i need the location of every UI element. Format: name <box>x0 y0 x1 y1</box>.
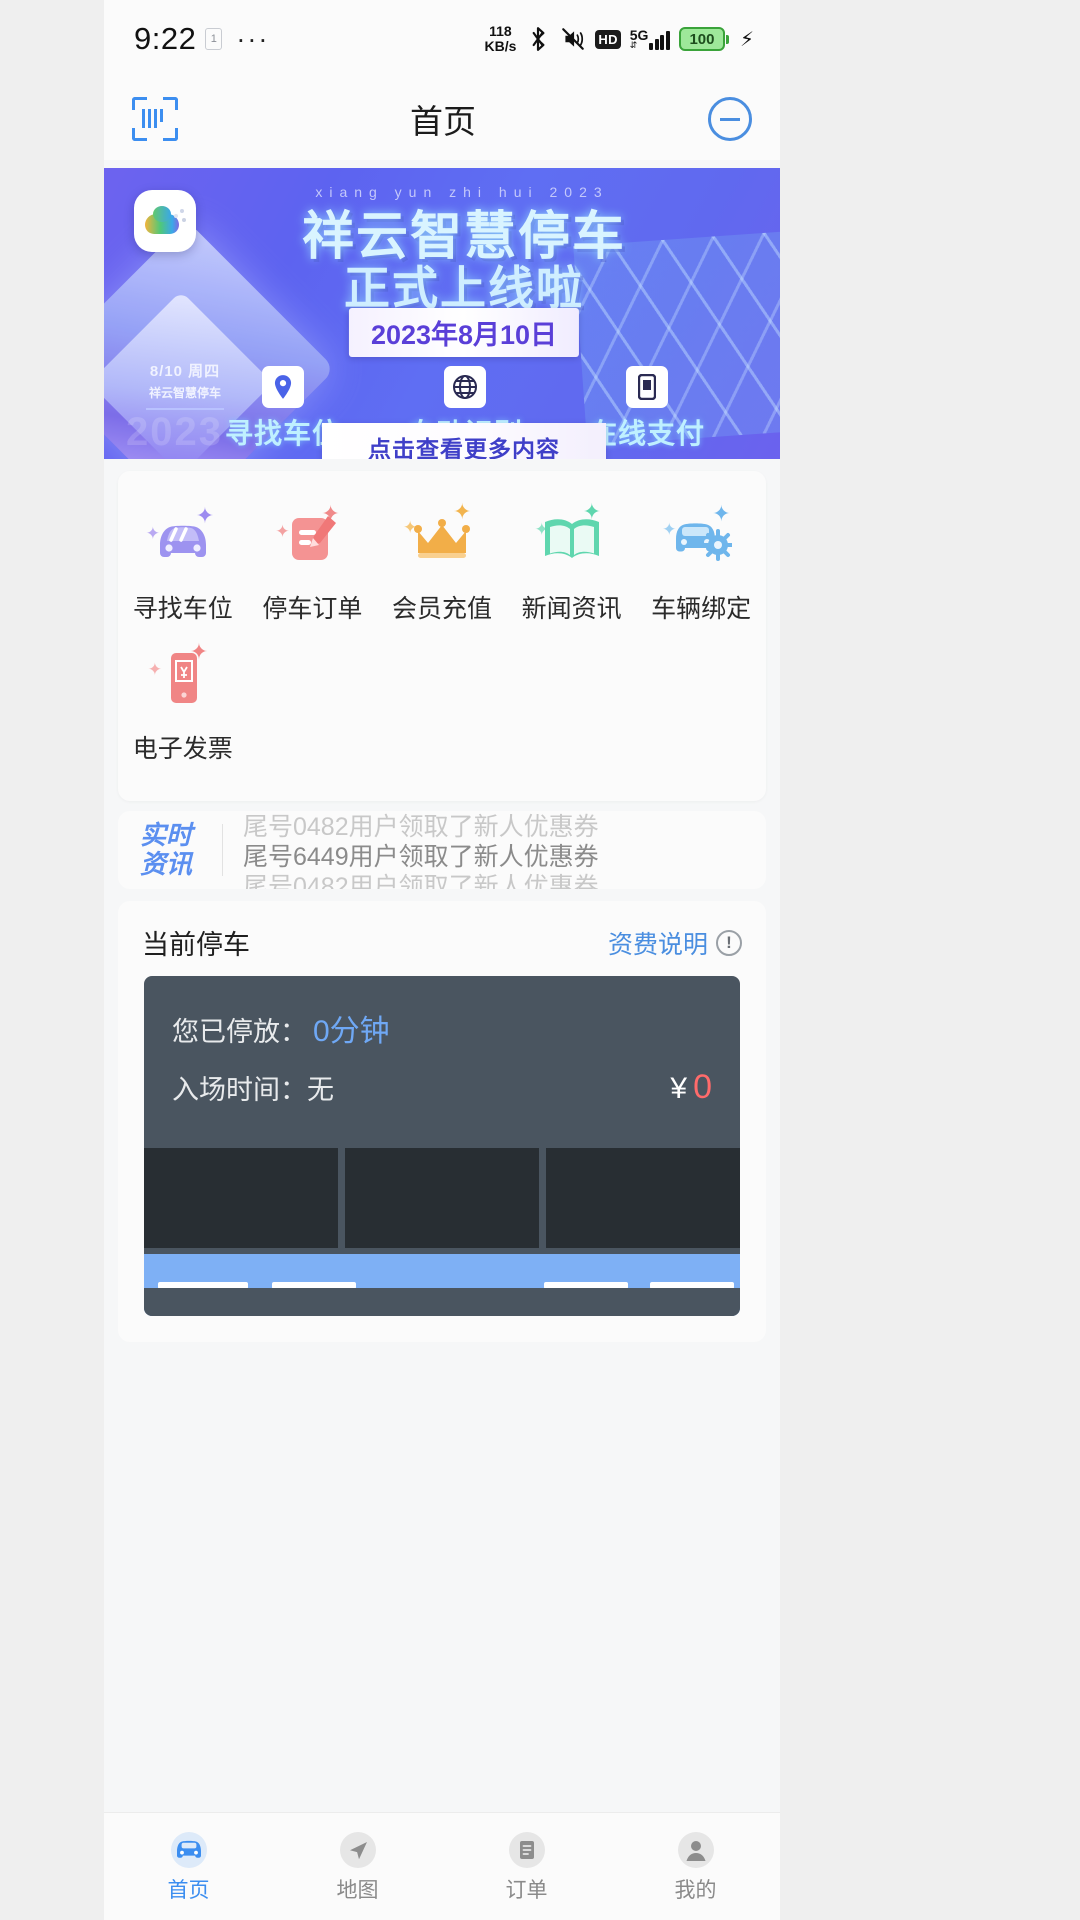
fee-description-label: 资费说明 <box>607 930 708 959</box>
tab-profile[interactable]: 我的 <box>611 1830 780 1904</box>
menu-item-member-recharge[interactable]: ✦ ✦ 会员充值 <box>377 499 507 625</box>
network-speed-value: 118 <box>489 23 512 39</box>
navigation-icon <box>339 1831 376 1868</box>
ticker-label: 实时 资讯 <box>140 821 202 879</box>
person-icon <box>677 1831 714 1868</box>
scan-qr-icon[interactable] <box>132 97 178 141</box>
parking-curb <box>144 1288 740 1316</box>
promo-banner[interactable]: xiang yun zhi hui 2023 祥云智慧停车 正式上线啦 2023… <box>104 168 780 459</box>
menu-item-label: 车辆绑定 <box>651 595 752 623</box>
location-pin-icon <box>261 366 304 408</box>
tab-label: 地图 <box>336 1878 379 1902</box>
app-header: 首页 <box>104 78 780 160</box>
banner-cta-button[interactable]: 点击查看更多内容 <box>322 423 606 459</box>
mute-icon <box>562 28 585 50</box>
order-edit-icon: ✦ ✦ <box>269 499 355 579</box>
parking-stall <box>144 1148 338 1248</box>
menu-item-vehicle-binding[interactable]: ✦ ✦ 车辆绑定 <box>636 499 766 625</box>
banner-feature-item[interactable]: 在线支付 <box>589 366 705 452</box>
menu-item-e-invoice[interactable]: ✦ ✦ 电子发票 <box>118 639 248 765</box>
parking-stall <box>546 1148 740 1248</box>
banner-date-badge: 2023年8月10日 <box>348 308 580 357</box>
tab-label: 订单 <box>505 1878 548 1902</box>
book-icon: ✦ ✦ <box>529 499 615 579</box>
ticker-label-line1: 实时 <box>140 820 193 850</box>
mobile-phone-icon <box>626 366 668 408</box>
tab-label: 首页 <box>167 1878 210 1902</box>
more-dots-icon: ··· <box>236 23 270 54</box>
crown-icon: ✦ ✦ <box>399 499 485 579</box>
menu-item-news[interactable]: ✦ ✦ 新闻资讯 <box>507 499 637 625</box>
current-parking-header: 当前停车 资费说明 ! <box>138 923 746 976</box>
amount-value: 0 <box>693 1068 712 1106</box>
quick-menu-grid: ✦ ✦ 寻找车位 ✦ ✦ 停车订单 ✦ ✦ 会员充值 ✦ ✦ 新闻资讯 ✦ ✦ … <box>118 471 766 801</box>
quick-menu-card: ✦ ✦ 寻找车位 ✦ ✦ 停车订单 ✦ ✦ 会员充值 ✦ ✦ 新闻资讯 ✦ ✦ … <box>118 471 766 801</box>
fee-description-link[interactable]: 资费说明 ! <box>608 925 742 961</box>
parking-duration-value: 0分钟 <box>313 1015 390 1048</box>
charging-bolt-icon: ⚡ <box>739 28 754 51</box>
parking-amount: ¥0 <box>670 1068 712 1107</box>
tab-home[interactable]: 首页 <box>104 1830 273 1904</box>
order-list-icon <box>508 1831 545 1868</box>
menu-item-label: 电子发票 <box>132 735 233 763</box>
parking-duration-row: 您已停放： 0分钟 <box>172 1006 712 1050</box>
tab-orders[interactable]: 订单 <box>442 1830 611 1904</box>
hd-icon: HD <box>595 29 621 49</box>
menu-item-label: 停车订单 <box>262 595 363 623</box>
battery-level: 100 <box>689 30 715 48</box>
status-bar: 9:22 1 ··· 118 KB/s HD 5G ⇵ 100 ⚡ <box>104 0 780 78</box>
parking-entry-label: 入场时间： <box>172 1075 307 1105</box>
ticker-label-line2: 资讯 <box>140 849 193 879</box>
bluetooth-icon <box>532 27 545 51</box>
signal-bars-icon <box>649 28 670 50</box>
tab-map[interactable]: 地图 <box>273 1830 442 1904</box>
parking-entry-row: 入场时间： 无 <box>172 1068 334 1107</box>
globe-icon <box>443 366 486 408</box>
current-parking-card: 当前停车 资费说明 ! 您已停放： 0分钟 入场时间： 无 ¥0 <box>118 901 766 1342</box>
menu-item-label: 会员充值 <box>391 595 492 623</box>
ticker-message: 尾号0482用户领取了新人优惠券 <box>243 873 599 889</box>
menu-item-label: 寻找车位 <box>132 595 233 623</box>
car-home-icon <box>170 1831 207 1868</box>
banner-feature-label: 在线支付 <box>589 418 706 449</box>
app-screen: 9:22 1 ··· 118 KB/s HD 5G ⇵ 100 ⚡ 首页 xia… <box>104 0 780 1920</box>
car-icon: ✦ ✦ <box>140 499 226 579</box>
info-icon: ! <box>716 929 742 956</box>
e-invoice-icon: ✦ ✦ <box>140 639 226 719</box>
tab-label: 我的 <box>674 1878 717 1902</box>
parking-stalls <box>144 1148 740 1248</box>
parking-entry-value: 无 <box>307 1075 334 1105</box>
ticker-divider <box>222 824 223 876</box>
message-icon[interactable] <box>708 97 752 141</box>
status-time: 9:22 <box>134 21 197 56</box>
menu-item-label: 新闻资讯 <box>521 595 622 623</box>
parking-stall <box>345 1148 539 1248</box>
network-speed: 118 KB/s <box>484 24 516 54</box>
ticker-message-list: 尾号0482用户领取了新人优惠券 尾号6449用户领取了新人优惠券 尾号0482… <box>243 811 744 889</box>
signal-icon: 5G ⇵ <box>630 28 670 50</box>
car-settings-icon: ✦ ✦ <box>658 499 744 579</box>
news-ticker[interactable]: 实时 资讯 尾号0482用户领取了新人优惠券 尾号6449用户领取了新人优惠券 … <box>118 811 766 889</box>
battery-icon: 100 <box>678 27 729 51</box>
page-title: 首页 <box>410 103 476 140</box>
menu-item-parking-orders[interactable]: ✦ ✦ 停车订单 <box>248 499 378 625</box>
currency-symbol: ¥ <box>670 1072 688 1105</box>
network-badge-icon: 1 <box>205 28 223 50</box>
menu-item-find-parking[interactable]: ✦ ✦ 寻找车位 <box>118 499 248 625</box>
network-speed-unit: KB/s <box>484 38 517 54</box>
parking-duration-label: 您已停放： <box>172 1017 307 1047</box>
bottom-tab-bar: 首页 地图 订单 我的 <box>104 1812 780 1920</box>
current-parking-title: 当前停车 <box>142 930 250 960</box>
parking-lot-illustration: 您已停放： 0分钟 入场时间： 无 ¥0 <box>144 976 740 1316</box>
